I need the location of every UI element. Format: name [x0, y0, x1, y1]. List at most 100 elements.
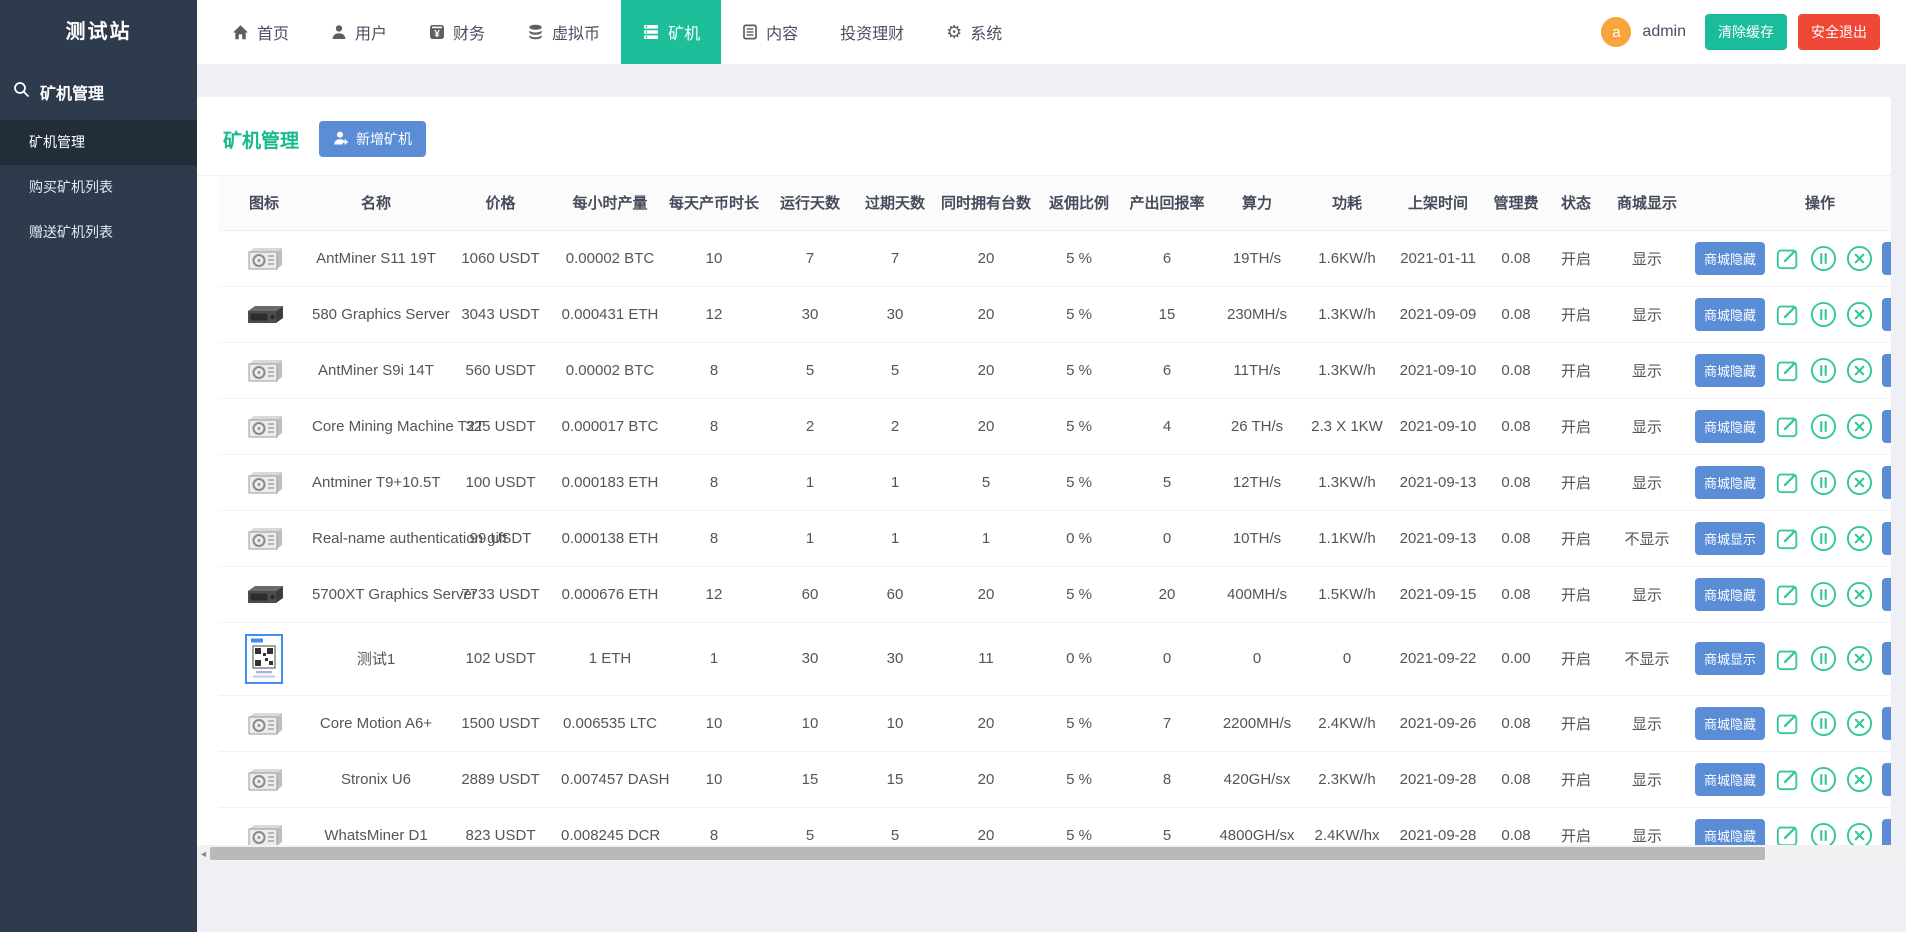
- table-row: Stronix U62889 USDT0.007457 DASH10151520…: [219, 751, 1891, 807]
- pause-icon[interactable]: [1810, 357, 1837, 384]
- daily_hours-cell: 8: [662, 454, 766, 510]
- cancel-icon[interactable]: [1846, 525, 1873, 552]
- pause-icon[interactable]: [1810, 822, 1837, 846]
- update-button[interactable]: 更新已: [1882, 522, 1891, 555]
- daily_hours-cell: 8: [662, 398, 766, 454]
- pause-icon[interactable]: [1810, 525, 1837, 552]
- nav-item-system[interactable]: ⚙系统: [925, 0, 1023, 64]
- pause-icon[interactable]: [1810, 469, 1837, 496]
- mall-toggle-button[interactable]: 商城隐藏: [1695, 466, 1765, 499]
- mall-toggle-button[interactable]: 商城隐藏: [1695, 578, 1765, 611]
- horizontal-scrollbar-thumb[interactable]: [210, 847, 1765, 860]
- pause-icon[interactable]: [1810, 245, 1837, 272]
- sidebar-item-purchased-miners[interactable]: 购买矿机列表: [0, 165, 197, 210]
- cancel-icon[interactable]: [1846, 645, 1873, 672]
- own_limit-cell: 5: [936, 454, 1036, 510]
- price-cell: 3043 USDT: [443, 286, 558, 342]
- expire_days-cell: 2: [854, 398, 936, 454]
- price-cell: 823 USDT: [443, 807, 558, 845]
- update-button[interactable]: 更新已: [1882, 298, 1891, 331]
- username[interactable]: admin: [1642, 23, 1686, 41]
- miner-image: [222, 525, 306, 552]
- sidebar-section-header[interactable]: 矿机管理: [0, 64, 197, 120]
- pause-icon[interactable]: [1810, 413, 1837, 440]
- sidebar-item-miner-manage[interactable]: 矿机管理: [0, 120, 197, 165]
- mall-toggle-button[interactable]: 商城显示: [1695, 642, 1765, 675]
- cancel-icon[interactable]: [1846, 710, 1873, 737]
- pause-icon[interactable]: [1810, 766, 1837, 793]
- scroll-left-arrow-icon[interactable]: ◄: [197, 849, 210, 859]
- nav-item-investment[interactable]: 投资理财: [819, 0, 925, 64]
- update-button[interactable]: 更新已: [1882, 410, 1891, 443]
- edit-icon[interactable]: [1774, 413, 1801, 440]
- edit-icon[interactable]: [1774, 525, 1801, 552]
- edit-icon[interactable]: [1774, 766, 1801, 793]
- pause-icon[interactable]: [1810, 581, 1837, 608]
- update-button[interactable]: 更新已: [1882, 354, 1891, 387]
- pause-icon[interactable]: [1810, 645, 1837, 672]
- daily_hours-cell: 10: [662, 695, 766, 751]
- nav-item-crypto[interactable]: 虚拟币: [506, 0, 621, 64]
- edit-icon[interactable]: [1774, 357, 1801, 384]
- miner-icon-cell: [219, 695, 309, 751]
- nav-item-miners[interactable]: 矿机: [621, 0, 721, 64]
- mall-toggle-button[interactable]: 商城显示: [1695, 522, 1765, 555]
- update-button[interactable]: 更新已: [1882, 819, 1891, 846]
- edit-icon[interactable]: [1774, 822, 1801, 846]
- column-header-8: 返佣比例: [1036, 176, 1122, 230]
- hourly_output-cell: 0.000431 ETH: [558, 286, 662, 342]
- update-button[interactable]: 更新已: [1882, 578, 1891, 611]
- cancel-icon[interactable]: [1846, 413, 1873, 440]
- update-button[interactable]: 更新已: [1882, 642, 1891, 675]
- update-button[interactable]: 更新已: [1882, 466, 1891, 499]
- edit-icon[interactable]: [1774, 301, 1801, 328]
- listed-cell: 2021-09-10: [1392, 342, 1484, 398]
- update-button[interactable]: 更新已: [1882, 242, 1891, 275]
- hashrate-cell: 230MH/s: [1212, 286, 1302, 342]
- miner-icon-cell: [219, 230, 309, 286]
- nav-item-users[interactable]: 用户: [310, 0, 408, 64]
- mall-toggle-button[interactable]: 商城隐藏: [1695, 707, 1765, 740]
- edit-icon[interactable]: [1774, 245, 1801, 272]
- horizontal-scrollbar[interactable]: ◄: [197, 845, 1906, 862]
- column-header-1: 名称: [309, 176, 443, 230]
- rebate-cell: 5 %: [1036, 230, 1122, 286]
- edit-icon[interactable]: [1774, 645, 1801, 672]
- mall-toggle-button[interactable]: 商城隐藏: [1695, 410, 1765, 443]
- update-button[interactable]: 更新已: [1882, 763, 1891, 796]
- cancel-icon[interactable]: [1846, 301, 1873, 328]
- mall-toggle-button[interactable]: 商城隐藏: [1695, 763, 1765, 796]
- sidebar-item-gifted-miners[interactable]: 赠送矿机列表: [0, 210, 197, 255]
- cancel-icon[interactable]: [1846, 245, 1873, 272]
- edit-icon[interactable]: [1774, 581, 1801, 608]
- cancel-icon[interactable]: [1846, 766, 1873, 793]
- home-icon: [232, 24, 249, 41]
- update-button[interactable]: 更新已: [1882, 707, 1891, 740]
- cancel-icon[interactable]: [1846, 822, 1873, 846]
- edit-icon[interactable]: [1774, 710, 1801, 737]
- logout-button[interactable]: 安全退出: [1798, 14, 1880, 50]
- clear-cache-button[interactable]: 清除缓存: [1705, 14, 1787, 50]
- pause-icon[interactable]: [1810, 301, 1837, 328]
- nav-item-finance[interactable]: ¥财务: [408, 0, 506, 64]
- mall-toggle-button[interactable]: 商城隐藏: [1695, 354, 1765, 387]
- nav-item-content[interactable]: 内容: [721, 0, 819, 64]
- server-icon: [642, 24, 660, 40]
- avatar[interactable]: a: [1601, 17, 1631, 47]
- mall-toggle-button[interactable]: 商城隐藏: [1695, 819, 1765, 846]
- mall-toggle-button[interactable]: 商城隐藏: [1695, 242, 1765, 275]
- cancel-icon[interactable]: [1846, 581, 1873, 608]
- cancel-icon[interactable]: [1846, 469, 1873, 496]
- rebate-cell: 5 %: [1036, 695, 1122, 751]
- table-row: 测试1102 USDT1 ETH13030110 %0002021-09-220…: [219, 622, 1891, 695]
- listed-cell: 2021-09-26: [1392, 695, 1484, 751]
- edit-icon[interactable]: [1774, 469, 1801, 496]
- cancel-icon[interactable]: [1846, 357, 1873, 384]
- mall-toggle-button[interactable]: 商城隐藏: [1695, 298, 1765, 331]
- status-cell: 开启: [1548, 695, 1604, 751]
- add-miner-button[interactable]: 新增矿机: [319, 121, 426, 157]
- price-cell: 1060 USDT: [443, 230, 558, 286]
- run_days-cell: 2: [766, 398, 854, 454]
- nav-item-home[interactable]: 首页: [211, 0, 310, 64]
- pause-icon[interactable]: [1810, 710, 1837, 737]
